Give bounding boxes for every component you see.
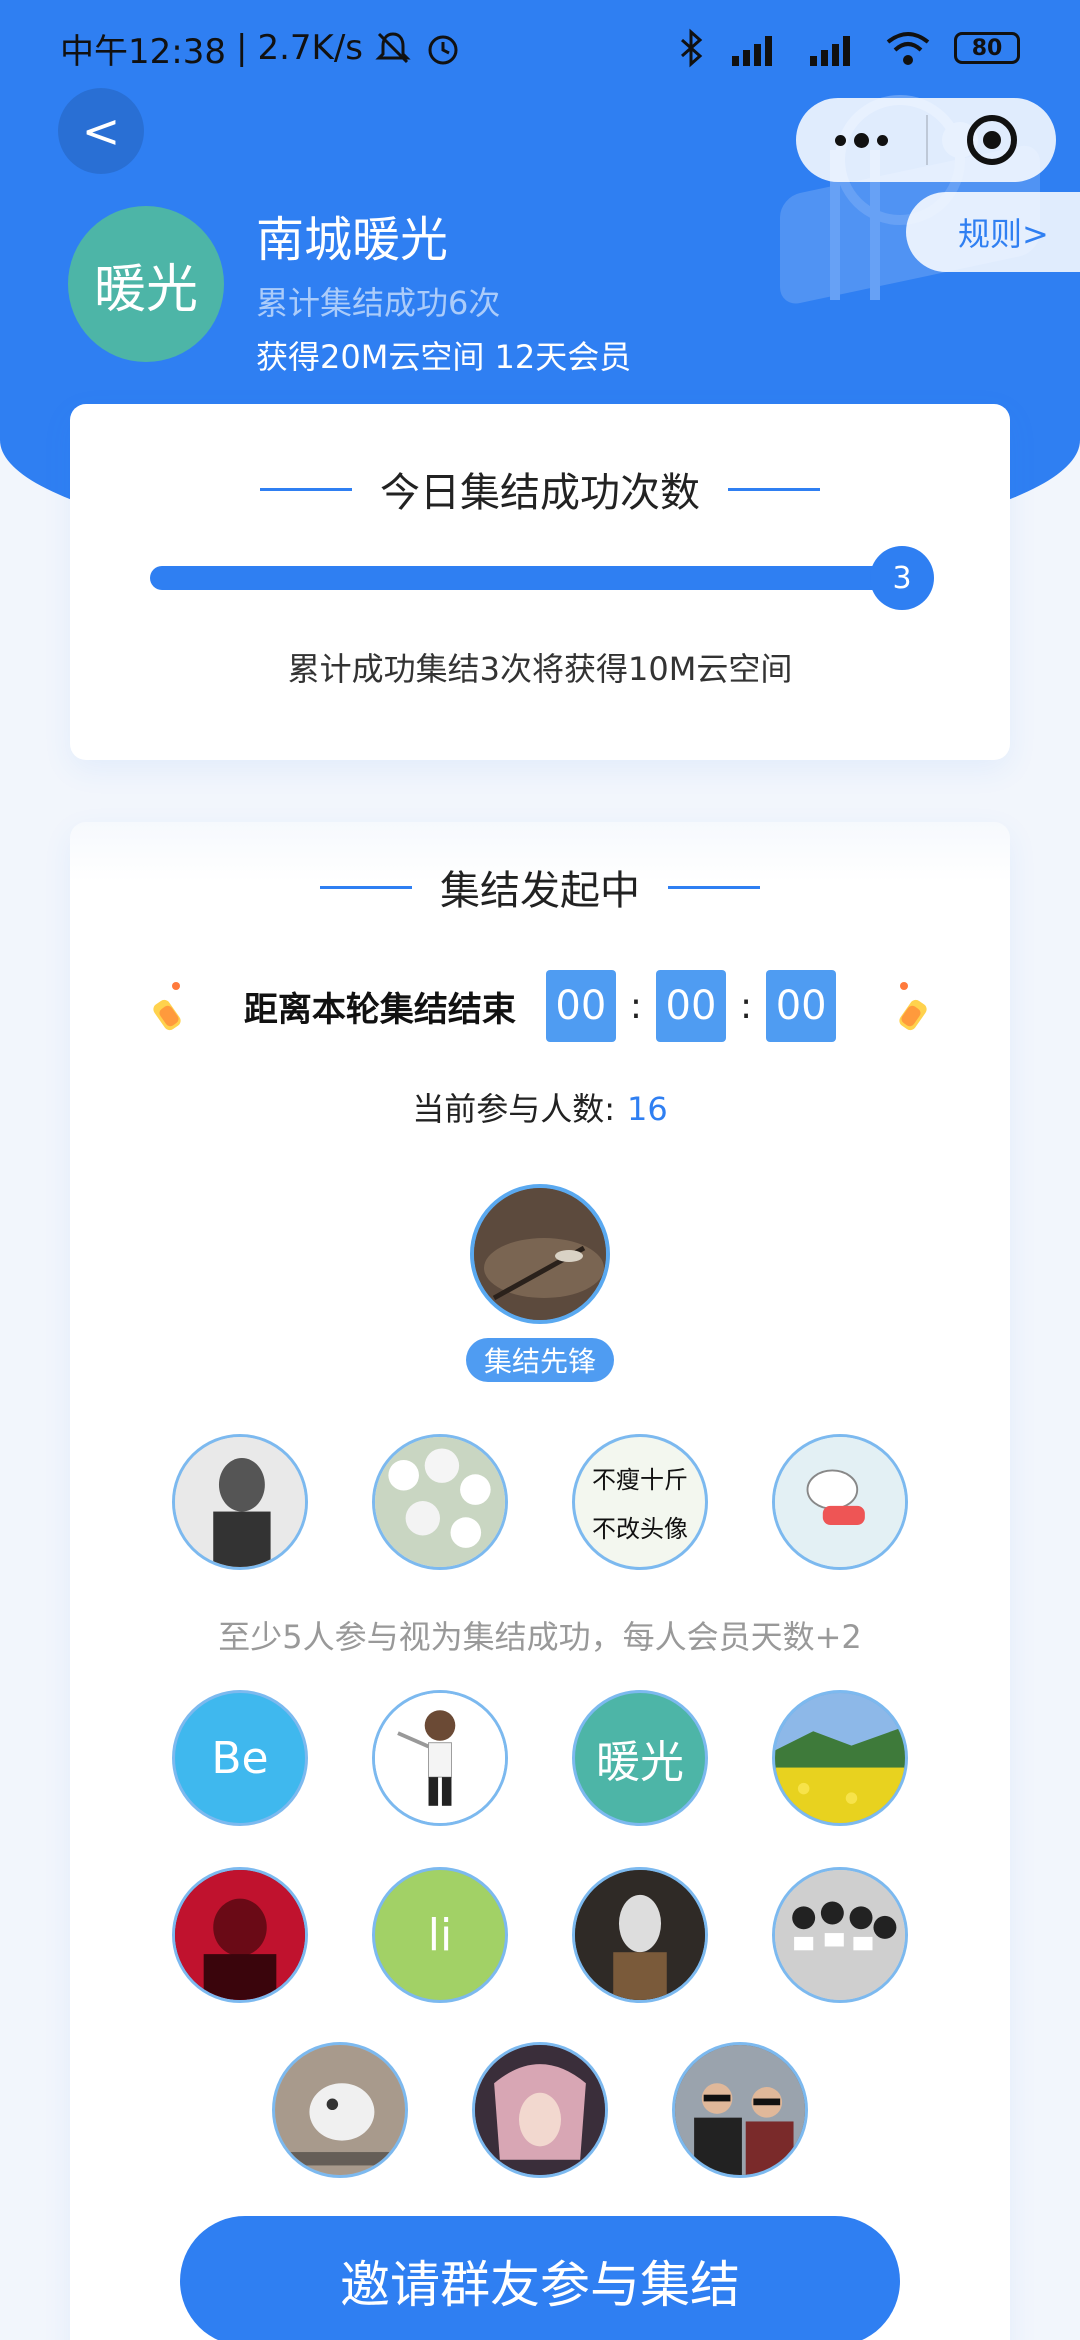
signal-hd-icon: [810, 36, 850, 66]
avatar-image: [675, 2045, 805, 2175]
avatar-image: [375, 1693, 505, 1823]
participants-row: 当前参与人数: 16: [70, 1084, 1010, 1130]
user-name: 南城暖光: [256, 212, 449, 268]
rules-button[interactable]: 规则>: [906, 192, 1080, 272]
mute-bell-icon: [375, 32, 411, 64]
status-net-speed: 2.7K/s: [257, 28, 363, 68]
miniapp-capsule: [796, 98, 1056, 182]
firework-icon: [899, 982, 927, 1031]
participant-avatar[interactable]: [772, 1867, 908, 2003]
title-line-right: [728, 487, 820, 491]
participant-avatar[interactable]: Be: [172, 1690, 308, 1826]
avatar-text-line2: 不改头像: [592, 1515, 688, 1543]
rally-title-row: 集结发起中: [70, 858, 1010, 916]
wifi-icon: [886, 32, 930, 65]
status-right: 80: [678, 28, 1020, 68]
avatar-image: [575, 1870, 705, 2000]
avatar-image: [175, 1870, 305, 2000]
participant-avatar[interactable]: [672, 2042, 808, 2178]
signal-hd-icon: [732, 36, 772, 66]
countdown-colon: :: [629, 985, 642, 1027]
participants-count: 16: [627, 1090, 668, 1128]
rally-title: 集结发起中: [440, 868, 640, 914]
status-separator: |: [235, 28, 248, 68]
participant-avatar[interactable]: 不瘦十斤 不改头像: [572, 1434, 708, 1570]
avatar-image: [275, 2045, 405, 2175]
countdown-label: 距离本轮集结结束: [243, 989, 516, 1030]
countdown-seconds: 00: [766, 970, 837, 1042]
today-title-row: 今日集结成功次数: [70, 460, 1010, 518]
leader-avatar[interactable]: [470, 1184, 610, 1324]
avatar-image: [775, 1693, 905, 1823]
participant-avatar[interactable]: [572, 1867, 708, 2003]
status-time: 中午12:38: [60, 31, 226, 72]
progress-bar: [150, 566, 900, 590]
battery-icon: 80: [954, 32, 1020, 64]
participant-avatar[interactable]: [172, 1867, 308, 2003]
leader-avatar-image: [474, 1188, 606, 1320]
avatar-image: [775, 1870, 905, 2000]
participant-avatar[interactable]: [272, 2042, 408, 2178]
rally-card: 集结发起中 距离本轮集结结束 00 : 00 : 00 当前参与人数: 16 集结…: [70, 822, 1010, 2340]
avatar-image: [775, 1437, 905, 1567]
today-progress-card: 今日集结成功次数 3 累计成功集结3次将获得10M云空间: [70, 404, 1010, 760]
more-menu-icon[interactable]: [796, 98, 926, 182]
avatar-image: [375, 1437, 505, 1567]
close-miniapp-icon[interactable]: [928, 98, 1056, 182]
user-avatar: 暖光: [68, 206, 224, 362]
rewards-text: 获得20M云空间 12天会员: [256, 338, 632, 376]
title-line-left: [320, 885, 412, 889]
avatar-text-line1: 不瘦十斤: [592, 1466, 688, 1494]
progress-count-badge: 3: [870, 546, 934, 610]
today-title: 今日集结成功次数: [380, 470, 700, 516]
leader-badge: 集结先锋: [466, 1338, 614, 1382]
title-line-right: [668, 885, 760, 889]
participant-avatar[interactable]: [472, 2042, 608, 2178]
participant-avatar[interactable]: 暖光: [572, 1690, 708, 1826]
bluetooth-icon: [681, 28, 703, 68]
alarm-icon: [428, 35, 458, 65]
back-button[interactable]: <: [58, 88, 144, 174]
rally-rule-text: 至少5人参与视为集结成功，每人会员天数+2: [218, 1618, 862, 1656]
target-circle-icon: [967, 115, 1017, 165]
participant-avatar[interactable]: [372, 1434, 508, 1570]
participant-avatar[interactable]: [772, 1434, 908, 1570]
participant-avatar[interactable]: [772, 1690, 908, 1826]
avatar-image: [175, 1437, 305, 1567]
participants-label: 当前参与人数:: [412, 1090, 616, 1128]
participant-avatar[interactable]: li: [372, 1867, 508, 2003]
countdown-minutes: 00: [656, 970, 726, 1042]
countdown-hours: 00: [545, 970, 616, 1042]
avatar-image: [475, 2045, 605, 2175]
title-line-left: [260, 487, 352, 491]
invite-friends-button[interactable]: 邀请群友参与集结: [180, 2216, 900, 2340]
countdown-row: 距离本轮集结结束 00 : 00 : 00: [70, 970, 1010, 1042]
status-left: 中午12:38 | 2.7K/s: [60, 24, 463, 73]
firework-icon: [153, 982, 181, 1031]
status-bar: 中午12:38 | 2.7K/s 80: [0, 0, 1080, 96]
participant-avatar[interactable]: [172, 1434, 308, 1570]
progress-hint: 累计成功集结3次将获得10M云空间: [287, 650, 793, 688]
participant-avatar[interactable]: [372, 1690, 508, 1826]
countdown-colon: :: [740, 985, 753, 1027]
total-success-text: 累计集结成功6次: [256, 284, 501, 322]
